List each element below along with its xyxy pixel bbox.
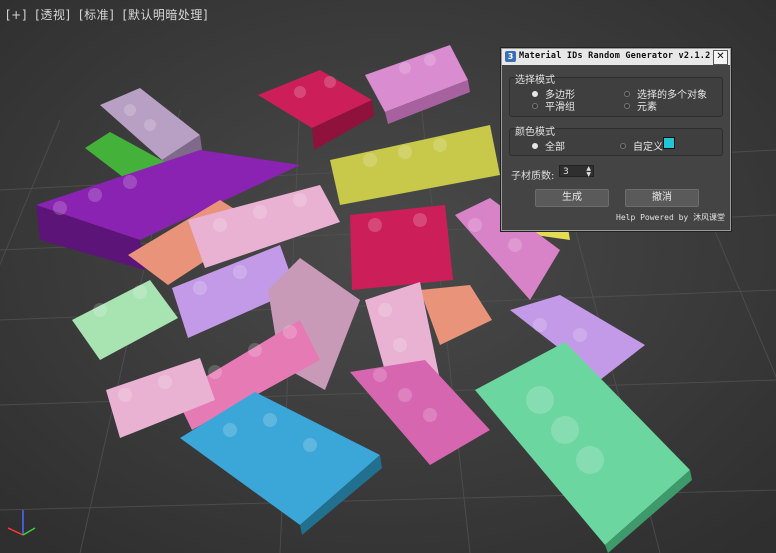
radio-dot-icon: [624, 102, 630, 109]
3dsmax-icon: 3: [505, 51, 516, 62]
generate-button[interactable]: 生成: [535, 189, 609, 207]
sub-material-count-value: 3: [563, 167, 569, 177]
radio-element[interactable]: 元素: [624, 98, 657, 113]
close-button[interactable]: ✕: [713, 50, 728, 65]
radio-dot-selected-icon: [532, 90, 538, 97]
radio-smoothing-group[interactable]: 平滑组: [532, 98, 575, 113]
radio-dot-icon: [624, 90, 630, 97]
viewport-menu-plus[interactable]: [+]: [6, 8, 27, 22]
custom-color-swatch[interactable]: [663, 137, 675, 149]
color-mode-label: 颜色模式: [515, 127, 555, 138]
powered-by-text: Help Powered by 沐风课堂: [616, 213, 726, 222]
spinner-arrows-icon[interactable]: ▲ ▼: [586, 166, 591, 178]
radio-dot-icon: [532, 102, 538, 109]
radio-dot-icon: [620, 142, 626, 149]
radio-dot-selected-icon: [532, 142, 538, 149]
dialog-title: Material IDs Random Generator v2.1.2: [519, 51, 711, 61]
viewport-menu-standard[interactable]: [标准]: [79, 8, 114, 22]
radio-color-all[interactable]: 全部: [532, 138, 565, 153]
undo-button[interactable]: 撤消: [625, 189, 699, 207]
dialog-titlebar[interactable]: 3 Material IDs Random Generator v2.1.2 ✕: [502, 49, 730, 65]
sub-material-count-label: 子材质数:: [511, 171, 555, 182]
sub-material-count-spinner[interactable]: 3 ▲ ▼: [559, 165, 594, 178]
viewport-menu-perspective[interactable]: [透视]: [35, 8, 70, 22]
viewport-label[interactable]: [+] [透视] [标准] [默认明暗处理]: [6, 6, 212, 23]
viewport-menu-shading[interactable]: [默认明暗处理]: [123, 8, 208, 22]
select-mode-label: 选择模式: [515, 75, 555, 86]
radio-color-custom[interactable]: 自定义: [620, 138, 663, 153]
material-id-generator-dialog: 3 Material IDs Random Generator v2.1.2 ✕…: [501, 48, 731, 231]
